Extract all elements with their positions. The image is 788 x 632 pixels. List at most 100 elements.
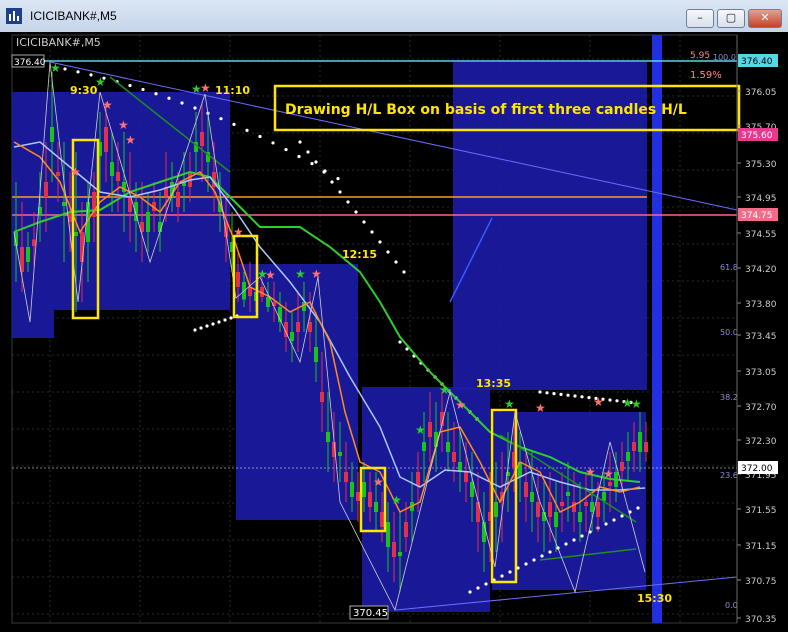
hl-box bbox=[362, 387, 490, 612]
sar-dot bbox=[310, 162, 314, 166]
candle-body bbox=[44, 182, 48, 197]
candle-body bbox=[356, 492, 360, 501]
fib-label: 0.0 bbox=[725, 601, 738, 610]
sar-dot bbox=[580, 534, 584, 538]
sar-dot bbox=[573, 394, 577, 398]
candle-body bbox=[320, 392, 324, 402]
fib-label: 38.2 bbox=[720, 393, 738, 402]
sar-dot bbox=[330, 180, 334, 184]
candle-body bbox=[584, 502, 588, 506]
price-tick-label: 373.80 bbox=[745, 300, 777, 310]
candle-body bbox=[404, 522, 408, 537]
sar-dot bbox=[362, 220, 366, 224]
price-badge-label: 372.00 bbox=[741, 464, 773, 474]
candle-body bbox=[644, 442, 648, 452]
sar-dot bbox=[298, 140, 302, 144]
candle-body bbox=[110, 162, 114, 176]
sar-dot bbox=[587, 396, 591, 400]
signal-star-icon: ★ bbox=[295, 267, 306, 281]
price-badge-label: 374.75 bbox=[741, 211, 773, 221]
signal-star-icon: ★ bbox=[118, 118, 129, 132]
candle-body bbox=[620, 462, 624, 471]
candle-body bbox=[350, 482, 354, 497]
sar-dot bbox=[284, 147, 288, 152]
price-tick-label: 371.55 bbox=[745, 506, 777, 516]
sar-dot bbox=[229, 316, 233, 320]
sar-dot bbox=[193, 328, 197, 332]
minimize-button[interactable]: – bbox=[686, 9, 714, 28]
high-price-label: 376.40 bbox=[14, 58, 46, 68]
candle-body bbox=[398, 552, 402, 556]
signal-star-icon: ★ bbox=[265, 268, 276, 282]
candle-body bbox=[266, 297, 270, 307]
sar-dot bbox=[154, 92, 158, 96]
sar-dot bbox=[180, 101, 184, 105]
candle-body bbox=[74, 232, 78, 236]
sar-dot bbox=[620, 514, 624, 518]
price-tick-label: 371.15 bbox=[745, 542, 777, 552]
chart-area[interactable]: ★ ★ ★ ★ ★ ★ ★ ★ ★ ★ ★ ★ ★ ★ ★ ★ ★ ★ ★ ★ ★ ★ ★ ★ ★ Drawing H/L Bo… bbox=[0, 32, 788, 627]
candle-body bbox=[602, 492, 606, 501]
sar-dot bbox=[322, 170, 326, 174]
sar-dot bbox=[552, 392, 556, 396]
candle-body bbox=[548, 502, 552, 517]
candle-body bbox=[26, 247, 30, 262]
sar-dot bbox=[205, 324, 209, 328]
price-tick-label: 373.45 bbox=[745, 332, 777, 342]
sar-dot bbox=[271, 141, 275, 145]
candle-body bbox=[632, 442, 636, 451]
sar-dot bbox=[566, 393, 570, 397]
candle-body bbox=[560, 502, 564, 506]
sar-dot bbox=[508, 570, 512, 574]
sar-dot bbox=[476, 586, 480, 590]
signal-star-icon: ★ bbox=[391, 493, 402, 507]
signal-star-icon: ★ bbox=[233, 225, 244, 239]
candle-body bbox=[452, 452, 456, 462]
signal-star-icon: ★ bbox=[415, 423, 426, 437]
sar-dot bbox=[167, 96, 171, 100]
candle-body bbox=[374, 502, 378, 512]
sar-dot bbox=[545, 391, 549, 395]
price-tick-label: 370.35 bbox=[745, 615, 777, 625]
sar-dot bbox=[378, 240, 382, 244]
candle-body bbox=[578, 512, 582, 522]
candle-body bbox=[380, 512, 384, 527]
candle-body bbox=[596, 502, 600, 517]
sar-dot bbox=[76, 70, 80, 74]
candle-body bbox=[176, 192, 180, 207]
price-chart[interactable]: ★★★★★★★★★★★ ★ ★★★★★★ ★ ★★ ★★★★ Drawing H/L Bo… bbox=[0, 32, 788, 627]
candle-body bbox=[428, 422, 432, 437]
sar-dot bbox=[532, 558, 536, 562]
price-tick-label: 374.55 bbox=[745, 230, 777, 240]
signal-star-icon: ★ bbox=[125, 133, 136, 147]
sar-dot bbox=[402, 270, 406, 274]
candle-body bbox=[554, 512, 558, 527]
low-price-label: 370.45 bbox=[353, 608, 388, 619]
price-axis[interactable]: 376.05375.70375.30374.95374.55374.20373.… bbox=[736, 35, 778, 625]
signal-star-icon: ★ bbox=[631, 397, 642, 411]
fib-labels: 5.95 1.59% 100.0 61.8 50.0 38.2 23.6 0.0 bbox=[690, 51, 738, 610]
candle-body bbox=[590, 502, 594, 512]
close-button[interactable]: ✕ bbox=[748, 9, 782, 28]
signal-star-icon: ★ bbox=[102, 98, 113, 112]
sar-dot bbox=[524, 562, 528, 566]
candle-body bbox=[392, 542, 396, 557]
sar-dot bbox=[232, 122, 236, 126]
sar-dot bbox=[199, 326, 203, 330]
window-titlebar[interactable]: ICICIBANK#,M5 – ▢ ✕ bbox=[0, 0, 788, 33]
candle-body bbox=[368, 492, 372, 507]
time-label: 11:10 bbox=[215, 84, 250, 97]
signal-star-icon: ★ bbox=[535, 401, 546, 415]
sar-dot bbox=[370, 230, 374, 234]
time-label: 12:15 bbox=[342, 248, 377, 261]
sar-dot bbox=[297, 154, 301, 159]
sar-dot bbox=[217, 320, 221, 324]
maximize-button[interactable]: ▢ bbox=[717, 9, 745, 28]
signal-star-icon: ★ bbox=[603, 467, 614, 481]
candle-body bbox=[566, 492, 570, 496]
sar-dot bbox=[500, 574, 504, 578]
session-end-band bbox=[652, 35, 662, 623]
sar-dot bbox=[219, 117, 223, 121]
signal-star-icon: ★ bbox=[373, 475, 384, 489]
candle-body bbox=[326, 432, 330, 442]
